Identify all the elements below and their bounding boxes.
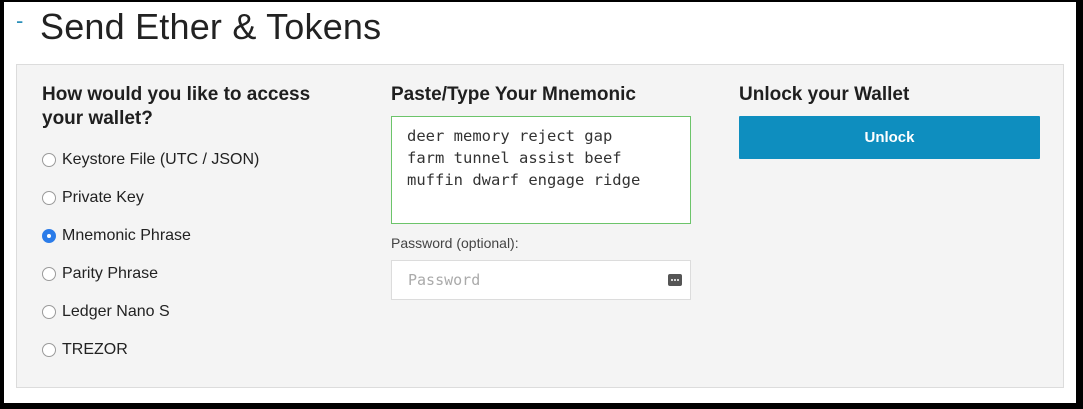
password-input[interactable] xyxy=(392,261,690,299)
mnemonic-heading: Paste/Type Your Mnemonic xyxy=(391,84,636,105)
mnemonic-textarea[interactable]: deer memory reject gap farm tunnel assis… xyxy=(391,116,691,224)
password-manager-key-icon[interactable] xyxy=(668,274,682,286)
option-label: Mnemonic Phrase xyxy=(62,227,191,244)
option-private-key[interactable]: Private Key xyxy=(42,179,342,217)
wallet-access-panel: How would you like to access your wallet… xyxy=(16,64,1064,388)
radio-private-key[interactable] xyxy=(42,191,56,205)
page-title: Send Ether & Tokens xyxy=(40,6,382,47)
access-method-options: Keystore File (UTC / JSON) Private Key M… xyxy=(42,141,342,369)
option-keystore-file[interactable]: Keystore File (UTC / JSON) xyxy=(42,141,342,179)
option-label: Keystore File (UTC / JSON) xyxy=(62,151,260,168)
send-ether-page: - Send Ether & Tokens How would you like… xyxy=(4,2,1076,403)
collapse-toggle[interactable]: - xyxy=(16,8,23,34)
radio-keystore-file[interactable] xyxy=(42,153,56,167)
access-method-heading: How would you like to access your wallet… xyxy=(42,84,311,129)
mnemonic-column: Paste/Type Your Mnemonic deer memory rej… xyxy=(391,83,691,300)
option-label: Ledger Nano S xyxy=(62,303,170,320)
radio-mnemonic-phrase[interactable] xyxy=(42,229,56,243)
radio-parity-phrase[interactable] xyxy=(42,267,56,281)
unlock-heading: Unlock your Wallet xyxy=(739,84,910,105)
password-label: Password (optional): xyxy=(391,235,519,251)
option-ledger-nano-s[interactable]: Ledger Nano S xyxy=(42,293,342,331)
unlock-button[interactable]: Unlock xyxy=(739,116,1040,159)
radio-ledger-nano-s[interactable] xyxy=(42,305,56,319)
password-field-wrapper xyxy=(391,260,691,300)
option-label: TREZOR xyxy=(62,341,128,358)
option-label: Private Key xyxy=(62,189,144,206)
radio-trezor[interactable] xyxy=(42,343,56,357)
option-trezor[interactable]: TREZOR xyxy=(42,331,342,369)
option-mnemonic-phrase[interactable]: Mnemonic Phrase xyxy=(42,217,342,255)
option-label: Parity Phrase xyxy=(62,265,159,282)
unlock-column: Unlock your Wallet Unlock xyxy=(739,83,1040,159)
access-method-column: How would you like to access your wallet… xyxy=(42,83,342,369)
option-parity-phrase[interactable]: Parity Phrase xyxy=(42,255,342,293)
